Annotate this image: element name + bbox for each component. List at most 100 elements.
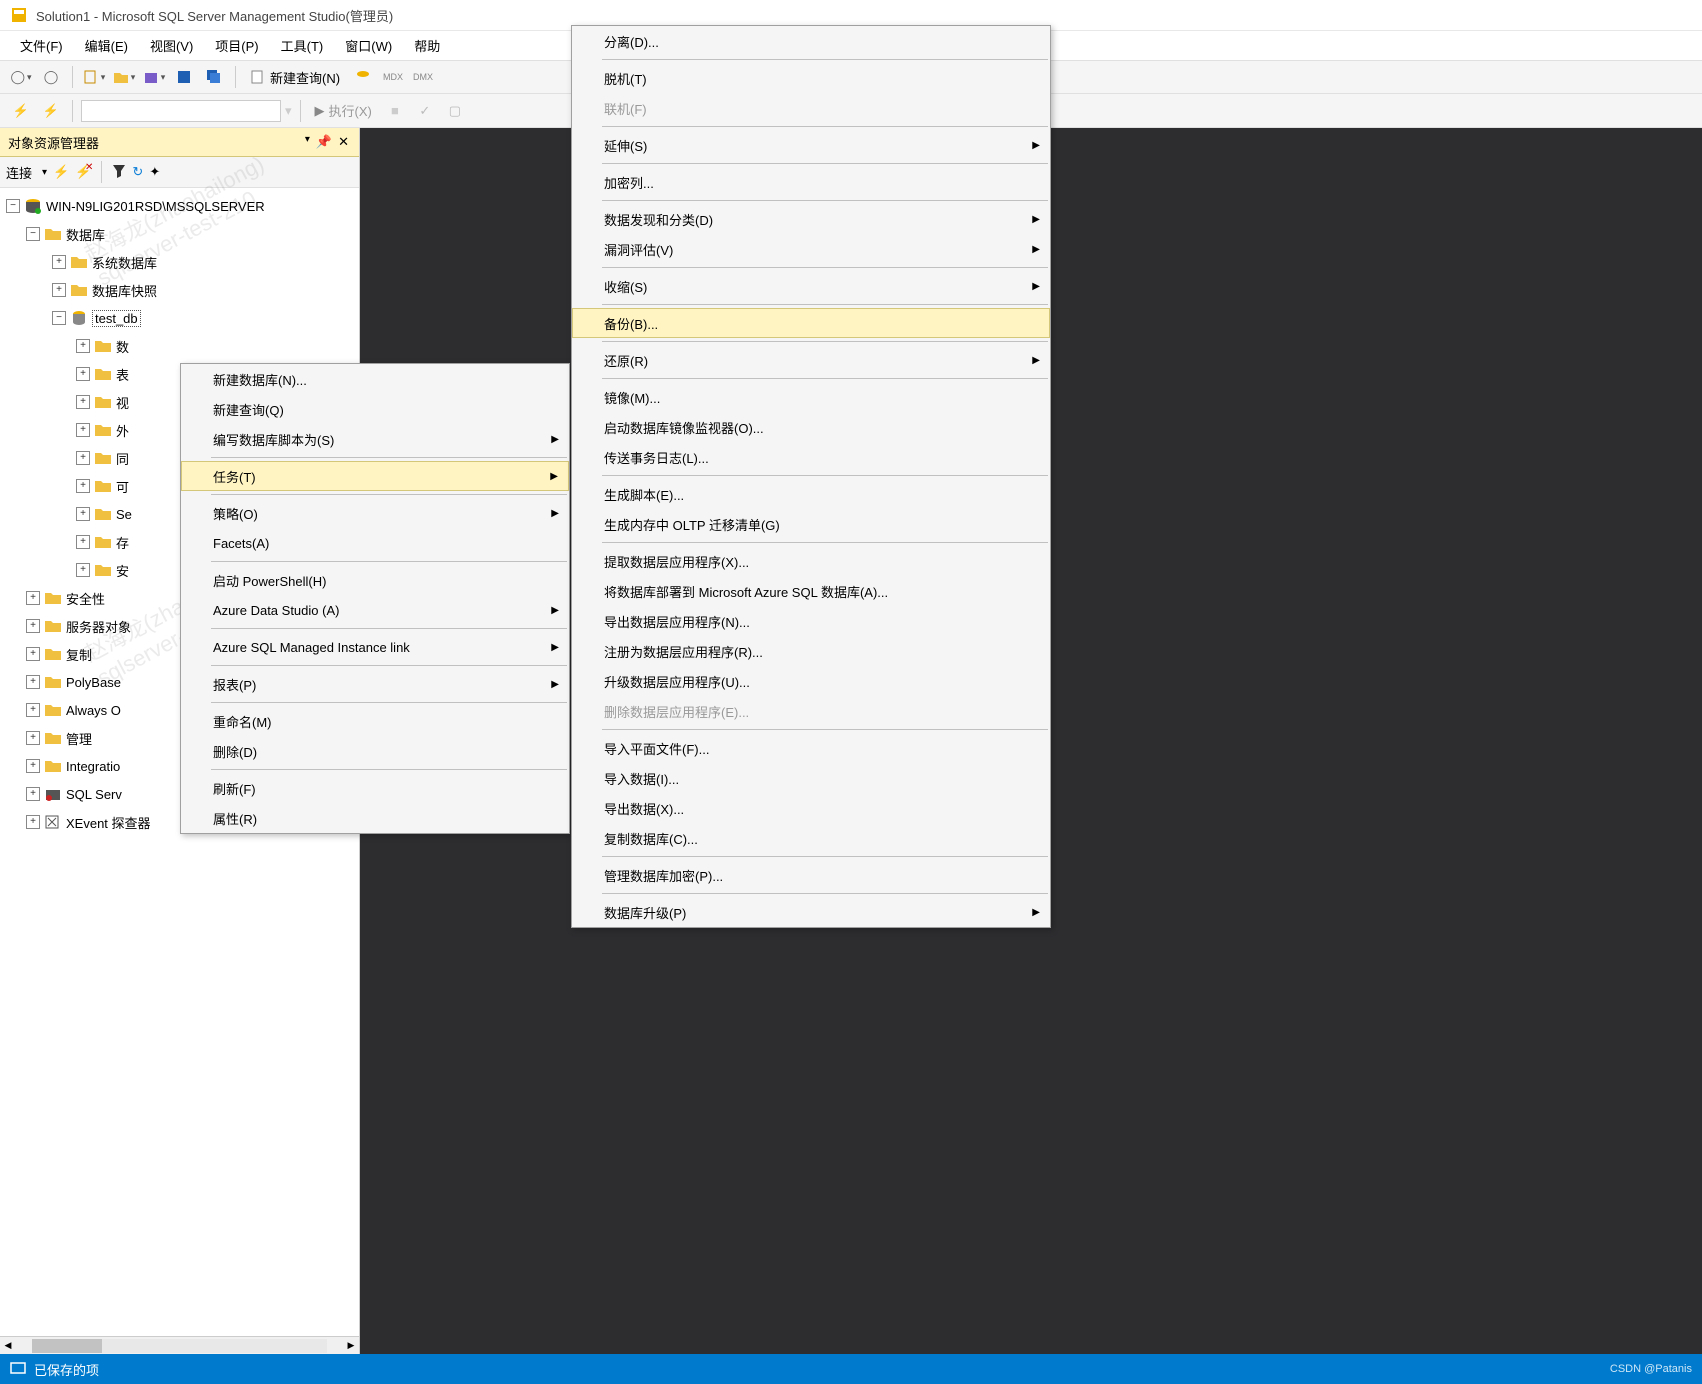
back-button[interactable]: ◯▾ <box>8 64 34 90</box>
menu-item[interactable]: 数据库升级(P)▶ <box>572 897 1050 927</box>
menu-item[interactable]: 分离(D)... <box>572 26 1050 56</box>
menu-item[interactable]: 延伸(S)▶ <box>572 130 1050 160</box>
menu-item[interactable]: 还原(R)▶ <box>572 345 1050 375</box>
menu-item[interactable]: 镜像(M)... <box>572 382 1050 412</box>
menu-item[interactable]: 导入数据(I)... <box>572 763 1050 793</box>
db-engine-query-icon[interactable] <box>350 64 376 90</box>
menu-tools[interactable]: 工具(T) <box>271 32 334 59</box>
chevron-right-icon: ▶ <box>551 605 559 616</box>
expander-icon[interactable]: − <box>6 199 20 213</box>
menu-item[interactable]: 漏洞评估(V)▶ <box>572 234 1050 264</box>
connect-label: 连接 <box>6 163 32 182</box>
expander-icon[interactable]: − <box>26 227 40 241</box>
menu-help[interactable]: 帮助 <box>404 32 450 59</box>
pin-icon[interactable]: 📌 <box>314 132 334 152</box>
connect-icon[interactable]: ⚡ <box>53 164 69 180</box>
chevron-right-icon: ▶ <box>551 679 559 690</box>
menu-project[interactable]: 项目(P) <box>205 32 268 59</box>
activity-icon[interactable]: ✦ <box>149 164 160 180</box>
stop-icon[interactable]: ■ <box>382 98 408 124</box>
menu-item[interactable]: 复制数据库(C)... <box>572 823 1050 853</box>
menu-edit[interactable]: 编辑(E) <box>75 32 138 59</box>
menu-window[interactable]: 窗口(W) <box>335 32 402 59</box>
menu-item[interactable]: 刷新(F) <box>181 773 569 803</box>
forward-button[interactable]: ◯ <box>38 64 64 90</box>
system-db-node[interactable]: + 系统数据库 <box>2 248 357 276</box>
dmx-icon[interactable]: DMX <box>410 64 436 90</box>
menu-item[interactable]: 脱机(T) <box>572 63 1050 93</box>
menu-item[interactable]: Facets(A) <box>181 528 569 558</box>
chevron-right-icon: ▶ <box>1032 140 1040 151</box>
plan-icon[interactable]: ▢ <box>442 98 468 124</box>
expander-icon[interactable]: + <box>52 283 66 297</box>
mdx-icon[interactable]: MDX <box>380 64 406 90</box>
chevron-right-icon: ▶ <box>550 471 558 482</box>
menu-file[interactable]: 文件(F) <box>10 32 73 59</box>
connect-icon[interactable]: ⚡ <box>8 98 34 124</box>
menu-item[interactable]: 报表(P)▶ <box>181 669 569 699</box>
databases-node[interactable]: − 数据库 <box>2 220 357 248</box>
menu-item[interactable]: 导入平面文件(F)... <box>572 733 1050 763</box>
chevron-right-icon: ▶ <box>1032 281 1040 292</box>
dropdown-icon[interactable]: ▾ <box>303 132 312 152</box>
menu-item[interactable]: 属性(R) <box>181 803 569 833</box>
db-snapshot-node[interactable]: + 数据库快照 <box>2 276 357 304</box>
menu-item[interactable]: 加密列... <box>572 167 1050 197</box>
menu-item[interactable]: 提取数据层应用程序(X)... <box>572 546 1050 576</box>
menu-item[interactable]: 导出数据层应用程序(N)... <box>572 606 1050 636</box>
add-button[interactable]: ▾ <box>141 64 167 90</box>
execute-button[interactable]: ▶ 执行(X) <box>309 98 378 124</box>
menu-item[interactable]: 编写数据库脚本为(S)▶ <box>181 424 569 454</box>
parse-icon[interactable]: ✓ <box>412 98 438 124</box>
menu-item[interactable]: 策略(O)▶ <box>181 498 569 528</box>
menu-item[interactable]: 传送事务日志(L)... <box>572 442 1050 472</box>
folder-icon <box>70 282 88 298</box>
menu-item[interactable]: Azure SQL Managed Instance link▶ <box>181 632 569 662</box>
disconnect-icon[interactable]: ⚡ <box>38 98 64 124</box>
save-all-button[interactable] <box>201 64 227 90</box>
credit-text: CSDN @Patanis <box>1610 1363 1692 1375</box>
database-dropdown[interactable] <box>81 100 281 122</box>
menu-item[interactable]: 备份(B)... <box>572 308 1050 338</box>
menu-item[interactable]: Azure Data Studio (A)▶ <box>181 595 569 625</box>
menu-item[interactable]: 数据发现和分类(D)▶ <box>572 204 1050 234</box>
server-icon <box>24 198 42 214</box>
menu-item[interactable]: 新建查询(Q) <box>181 394 569 424</box>
server-node[interactable]: − WIN-N9LIG201RSD\MSSQLSERVER <box>2 192 357 220</box>
menu-item[interactable]: 任务(T)▶ <box>181 461 569 491</box>
menu-item[interactable]: 管理数据库加密(P)... <box>572 860 1050 890</box>
menu-item[interactable]: 导出数据(X)... <box>572 793 1050 823</box>
refresh-icon[interactable]: ↻ <box>132 164 143 180</box>
menu-item[interactable]: 将数据库部署到 Microsoft Azure SQL 数据库(A)... <box>572 576 1050 606</box>
tree-node[interactable]: +数 <box>2 332 357 360</box>
new-item-button[interactable]: ▾ <box>81 64 107 90</box>
context-menu-tasks: 分离(D)... 脱机(T)联机(F) 延伸(S)▶ 加密列... 数据发现和分类(D)… <box>571 25 1051 928</box>
folder-icon <box>94 338 112 354</box>
menu-item[interactable]: 启动数据库镜像监视器(O)... <box>572 412 1050 442</box>
disconnect-icon[interactable]: ⚡✕ <box>75 164 91 180</box>
expander-icon[interactable]: − <box>52 311 66 325</box>
menu-item[interactable]: 生成脚本(E)... <box>572 479 1050 509</box>
expander-icon[interactable]: + <box>52 255 66 269</box>
menu-item[interactable]: 删除数据层应用程序(E)... <box>572 696 1050 726</box>
menu-item[interactable]: 删除(D) <box>181 736 569 766</box>
horizontal-scrollbar[interactable]: ◀ ▶ <box>0 1336 359 1354</box>
menu-item[interactable]: 收缩(S)▶ <box>572 271 1050 301</box>
folder-icon <box>44 618 62 634</box>
filter-icon[interactable] <box>112 164 126 181</box>
folder-icon <box>70 254 88 270</box>
test-db-node[interactable]: − test_db <box>2 304 357 332</box>
save-button[interactable] <box>171 64 197 90</box>
menu-view[interactable]: 视图(V) <box>140 32 203 59</box>
close-icon[interactable]: ✕ <box>336 132 351 152</box>
database-icon <box>70 310 88 326</box>
menu-item[interactable]: 升级数据层应用程序(U)... <box>572 666 1050 696</box>
menu-item[interactable]: 联机(F) <box>572 93 1050 123</box>
open-file-button[interactable]: ▾ <box>111 64 137 90</box>
menu-item[interactable]: 注册为数据层应用程序(R)... <box>572 636 1050 666</box>
menu-item[interactable]: 重命名(M) <box>181 706 569 736</box>
menu-item[interactable]: 新建数据库(N)... <box>181 364 569 394</box>
menu-item[interactable]: 启动 PowerShell(H) <box>181 565 569 595</box>
menu-item[interactable]: 生成内存中 OLTP 迁移清单(G) <box>572 509 1050 539</box>
new-query-button[interactable]: 新建查询(N) <box>244 64 346 90</box>
